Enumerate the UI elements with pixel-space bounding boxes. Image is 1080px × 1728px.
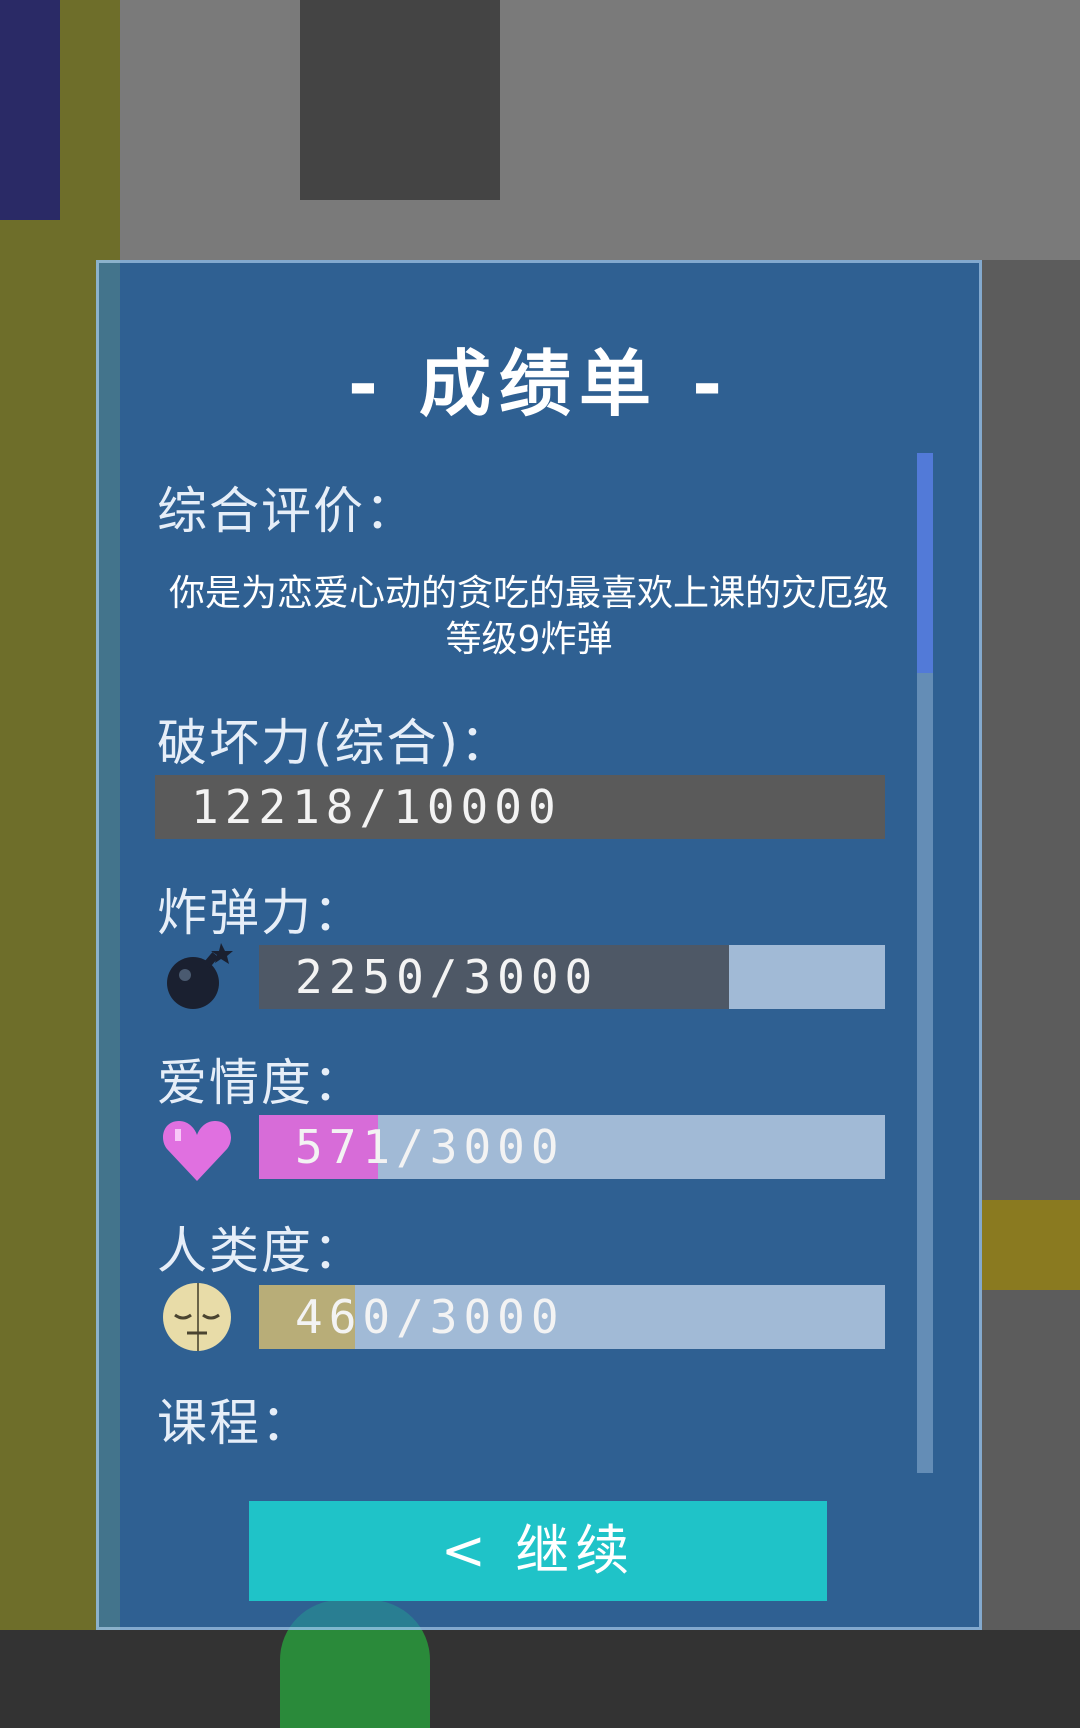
report-title: - 成绩单 - <box>348 342 730 426</box>
scrollbar[interactable] <box>917 453 933 1473</box>
love-bar: 571/3000 <box>259 1115 885 1179</box>
humanity-value: 460/3000 <box>295 1290 565 1344</box>
background-dark-block <box>300 0 500 200</box>
love-label: 爱情度： <box>157 1054 365 1112</box>
destruction-label: 破坏力(综合)： <box>157 714 513 772</box>
bomb-power-label: 炸弹力： <box>157 884 365 942</box>
background-right-floor <box>982 260 1080 1728</box>
scrollbar-thumb[interactable] <box>917 453 933 673</box>
courses-label: 课程： <box>157 1394 313 1452</box>
overall-evaluation-text: 你是为恋爱心动的贪吃的最喜欢上课的灾厄级等级9炸弹 <box>168 573 889 660</box>
love-value: 571/3000 <box>295 1120 565 1174</box>
background-left-panel <box>0 0 60 220</box>
background-bottom-floor <box>0 1630 1080 1728</box>
overall-evaluation-label: 综合评价： <box>157 482 417 540</box>
background-yellow-stripe <box>982 1200 1080 1290</box>
humanity-bar: 460/3000 <box>259 1285 885 1349</box>
report-card-panel: - 成绩单 - 综合评价： 你是为恋爱心动的贪吃的最喜欢上课的灾厄级等级9炸弹 … <box>96 260 982 1630</box>
destruction-bar: 12218/10000 <box>155 775 885 839</box>
game-screen: - 成绩单 - 综合评价： 你是为恋爱心动的贪吃的最喜欢上课的灾厄级等级9炸弹 … <box>0 0 1080 1728</box>
background-top-wall <box>120 0 1080 260</box>
bomb-power-value: 2250/3000 <box>295 950 599 1004</box>
face-icon <box>159 1279 235 1355</box>
humanity-label: 人类度： <box>157 1222 365 1280</box>
heart-icon <box>159 1111 235 1187</box>
bomb-icon <box>159 939 235 1015</box>
destruction-value: 12218/10000 <box>191 780 562 834</box>
bomb-power-bar: 2250/3000 <box>259 945 885 1009</box>
continue-button[interactable]: < 继续 <box>249 1501 827 1601</box>
